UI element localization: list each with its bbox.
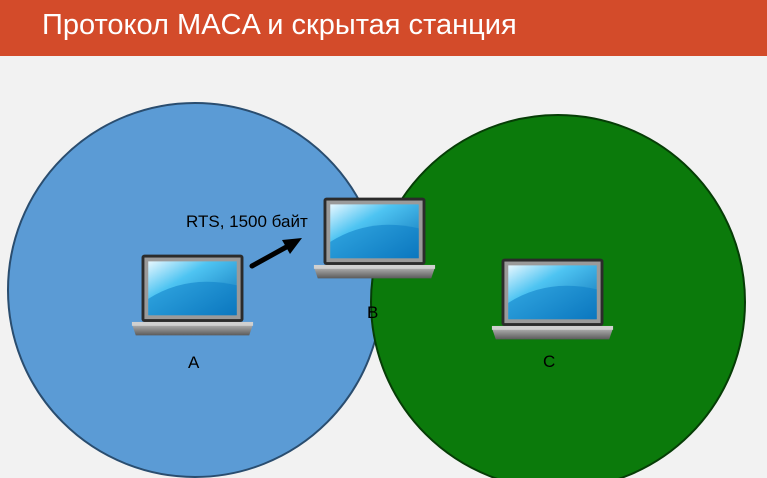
station-c-label: C [543,352,555,371]
laptop-b [313,197,436,279]
message-label: RTS, 1500 байт [186,212,308,231]
station-a-label: A [188,353,200,372]
station-b-label: B [367,303,378,322]
laptop-icon [313,197,436,279]
laptop-icon [131,254,254,336]
laptop-icon [491,258,614,340]
laptop-c [491,258,614,340]
hidden-station-diagram: RTS, 1500 байт A B C [7,102,746,478]
laptop-a [131,254,254,336]
